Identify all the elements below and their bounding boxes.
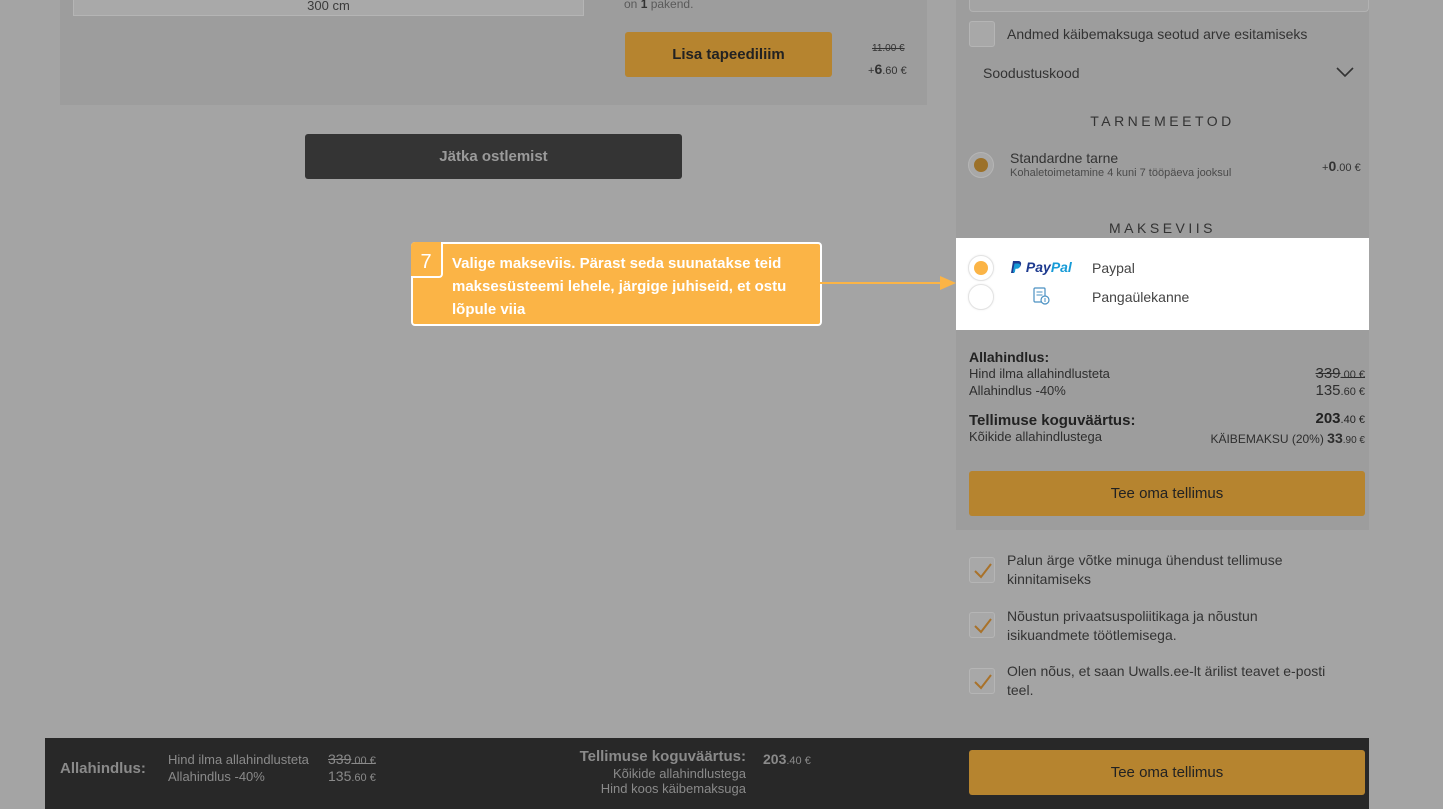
consent-label-no-contact: Palun ärge võtke minuga ühendust tellimu… — [1007, 552, 1283, 587]
continue-shopping-button[interactable]: Jätka ostlemist — [305, 134, 682, 179]
tutorial-step-number: 7 — [411, 242, 443, 278]
vat-amount: KÄIBEMAKSU (20%) 33.90 € — [1210, 430, 1365, 446]
bottom-discount-label: Allahindlus -40% — [168, 769, 265, 784]
vat-invoice-label: Andmed käibemaksuga seotud arve esitamis… — [1007, 26, 1308, 42]
payment-label-bank-transfer[interactable]: Pangaülekanne — [1092, 289, 1189, 305]
consent-checkbox-no-contact[interactable] — [969, 557, 995, 583]
bottom-total-title: Tellimuse koguväärtus: — [579, 748, 746, 765]
add-wallpaper-glue-button[interactable]: Lisa tapeediliim — [625, 32, 832, 77]
price-without-discount-value: 339.00 € — [1315, 365, 1366, 382]
place-order-button[interactable]: Tee oma tellimus — [969, 471, 1365, 516]
bottom-total-value: 203.40 € — [763, 751, 811, 767]
consent-label-privacy: Nõustun privaatsuspoliitikaga ja nõustun… — [1007, 608, 1258, 643]
shipping-heading: TARNEMEETOD — [1090, 113, 1235, 129]
payment-heading: MAKSEVIIS — [1109, 220, 1216, 236]
payment-methods-box — [956, 238, 1369, 330]
vat-invoice-checkbox[interactable] — [969, 21, 995, 47]
shipping-description: Kohaletoimetamine 4 kuni 7 tööpäeva jook… — [1010, 167, 1232, 179]
bottom-price-without-label: Hind ilma allahindlusteta — [168, 752, 309, 767]
bottom-discount-title: Allahindlus: — [60, 760, 146, 777]
tutorial-tooltip-text: Valige makseviis. Pärast seda suunatakse… — [452, 255, 787, 318]
payment-radio-paypal[interactable] — [968, 255, 994, 281]
order-total-title: Tellimuse koguväärtus: — [969, 412, 1136, 429]
discount-title: Allahindlus: — [969, 349, 1050, 365]
tutorial-arrow-icon — [820, 276, 956, 290]
consent-label-marketing: Olen nõus, et saan Uwalls.ee-lt ärilist … — [1007, 663, 1326, 698]
coupon-toggle[interactable]: Soodustuskood — [983, 65, 1080, 81]
shipping-radio-standard[interactable] — [968, 152, 994, 178]
chevron-down-icon[interactable] — [1336, 66, 1354, 78]
bottom-price-without-value: 339.00 € — [328, 751, 376, 767]
pack-note: on 1 pakend. — [624, 0, 694, 11]
glue-old-price: 11.00 € — [872, 43, 905, 54]
discount-label: Allahindlus -40% — [969, 383, 1066, 398]
order-total-subtitle: Kõikide allahindlustega — [969, 429, 1102, 444]
shipping-price: +0.00 € — [1322, 158, 1361, 174]
glue-new-price: +6.60 € — [868, 61, 907, 77]
paypal-logo-icon: PayPal — [1010, 259, 1072, 275]
consent-checkbox-marketing[interactable] — [969, 668, 995, 694]
bank-transfer-icon — [1033, 287, 1050, 305]
payment-radio-bank-transfer[interactable] — [968, 284, 994, 310]
bottom-total-sub-vat: Hind koos käibemaksuga — [600, 781, 746, 796]
consent-checkbox-privacy[interactable] — [969, 612, 995, 638]
bottom-discount-value: 135.60 € — [328, 768, 376, 784]
bottom-place-order-button[interactable]: Tee oma tellimus — [969, 750, 1365, 795]
size-field[interactable]: 300 cm — [73, 0, 584, 16]
address-input[interactable] — [969, 0, 1369, 12]
price-without-discount-label: Hind ilma allahindlusteta — [969, 366, 1110, 381]
bottom-total-sub-discounts: Kõikide allahindlustega — [613, 766, 746, 781]
discount-value: 135.60 € — [1315, 382, 1366, 399]
order-total-value: 203.40 € — [1315, 410, 1366, 427]
shipping-name: Standardne tarne — [1010, 150, 1119, 166]
payment-label-paypal[interactable]: Paypal — [1092, 260, 1135, 276]
